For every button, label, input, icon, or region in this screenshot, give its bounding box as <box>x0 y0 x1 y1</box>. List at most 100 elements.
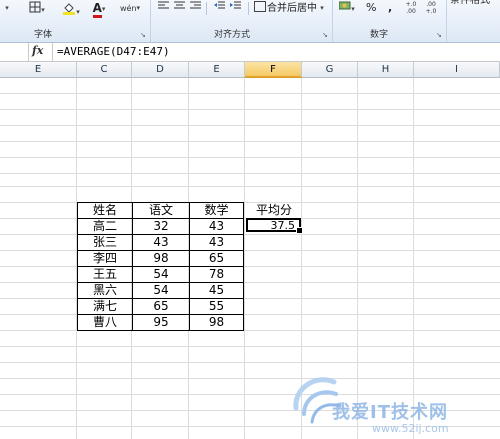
table-row: 曹八 95 98 <box>77 314 244 331</box>
alignment-group: 合并后居中 ▾ 对齐方式 ↘ <box>150 0 333 42</box>
increase-indent-icon[interactable] <box>228 1 242 15</box>
average-header-cell[interactable]: 平均分 <box>246 202 302 218</box>
number-dialog-launcher-icon[interactable]: ↘ <box>436 32 443 39</box>
column-header-E-partial[interactable]: E <box>0 62 77 78</box>
chinese-score-cell[interactable]: 43 <box>132 234 190 251</box>
column-header-C[interactable]: C <box>77 62 132 78</box>
table-row: 满七 65 55 <box>77 298 244 315</box>
align-left-icon[interactable] <box>156 1 170 15</box>
header-math-cell[interactable]: 数学 <box>189 202 244 219</box>
separator <box>206 2 207 15</box>
table-row: 黑六 54 45 <box>77 282 244 299</box>
name-cell[interactable]: 张三 <box>77 234 133 251</box>
decrease-decimal-label: .00 +.0 <box>425 1 437 15</box>
column-header-E[interactable]: E <box>189 62 245 78</box>
gridline <box>0 346 500 347</box>
merge-center-icon <box>254 1 266 12</box>
chinese-score-cell[interactable]: 32 <box>132 218 190 235</box>
insert-function-icon[interactable]: fx <box>32 44 43 57</box>
gridline <box>0 186 500 187</box>
fill-color-icon[interactable]: ▾ <box>60 1 82 16</box>
gridline <box>0 173 500 174</box>
number-group-label: 数字 <box>370 30 389 40</box>
styles-group: 条件格式 <box>446 0 500 42</box>
gridline <box>0 125 500 126</box>
header-name-cell[interactable]: 姓名 <box>77 202 133 219</box>
math-score-cell[interactable]: 45 <box>189 282 244 299</box>
score-table: 姓名 语文 数学 高二 32 43 张三 43 43 李四 98 65 王五 5… <box>77 202 244 331</box>
column-header-F[interactable]: F <box>245 62 302 78</box>
decrease-decimal-button[interactable]: .00 +.0 <box>422 1 440 15</box>
conditional-format-button[interactable]: 条件格式 <box>450 0 490 8</box>
chinese-score-cell[interactable]: 65 <box>132 298 190 315</box>
merge-center-button[interactable]: 合并后居中 ▾ <box>254 1 324 16</box>
chinese-score-cell[interactable]: 54 <box>132 266 190 283</box>
font-color-icon[interactable]: A▾ <box>88 1 110 18</box>
name-cell[interactable]: 李四 <box>77 250 133 267</box>
gridline <box>0 157 500 158</box>
underline-caret[interactable]: ▾ <box>0 1 14 15</box>
table-row: 张三 43 43 <box>77 234 244 251</box>
table-row: 高二 32 43 <box>77 218 244 235</box>
gridline <box>0 141 500 142</box>
fill-handle[interactable] <box>296 227 303 234</box>
border-grid-icon[interactable]: ▾ <box>26 1 48 15</box>
header-chinese-cell[interactable]: 语文 <box>132 202 190 219</box>
phonetic-glyph: wén <box>119 4 137 13</box>
column-header-I[interactable]: I <box>414 62 500 78</box>
merge-center-label: 合并后居中 <box>267 3 317 14</box>
column-header-G[interactable]: G <box>302 62 358 78</box>
gridline <box>0 266 500 267</box>
gridline <box>0 234 500 235</box>
number-group: ▾ % , +.0 .00 .00 +.0 数字 ↘ <box>332 0 447 42</box>
font-group-label: 字体 <box>34 30 53 40</box>
gridline <box>0 109 500 110</box>
alignment-dialog-launcher-icon[interactable]: ↘ <box>322 32 329 39</box>
ribbon: ▾ ▾ ▾ A▾ wén▾ 字体 ↘ 合并后居中 ▾ 对齐方式 ↘ ▾ % , … <box>0 0 500 43</box>
separator <box>248 2 249 15</box>
math-score-cell[interactable]: 78 <box>189 266 244 283</box>
phonetic-icon[interactable]: wén▾ <box>118 1 142 15</box>
watermark: 我爱IT技术网 www.52ij.com <box>280 360 500 439</box>
comma-style-button[interactable]: , <box>388 1 392 15</box>
gridline <box>0 298 500 299</box>
formula-input[interactable]: =AVERAGE(D47:E47) <box>52 43 500 61</box>
percent-style-button[interactable]: % <box>366 1 376 15</box>
column-header-H[interactable]: H <box>358 62 414 78</box>
name-box[interactable] <box>0 43 29 61</box>
active-cell-average[interactable]: 37.5 <box>246 218 303 234</box>
column-header-D[interactable]: D <box>132 62 189 78</box>
math-score-cell[interactable]: 43 <box>189 234 244 251</box>
watermark-url: www.52ij.com <box>372 422 449 435</box>
table-row: 王五 54 78 <box>77 266 244 283</box>
gridline <box>0 330 500 331</box>
decrease-indent-icon[interactable] <box>212 1 226 15</box>
name-cell[interactable]: 高二 <box>77 218 133 235</box>
table-header-row: 姓名 语文 数学 <box>77 202 244 219</box>
font-dialog-launcher-icon[interactable]: ↘ <box>140 32 147 39</box>
alignment-group-label: 对齐方式 <box>214 30 251 40</box>
gridline <box>0 314 500 315</box>
chinese-score-cell[interactable]: 54 <box>132 282 190 299</box>
name-cell[interactable]: 王五 <box>77 266 133 283</box>
math-score-cell[interactable]: 55 <box>189 298 244 315</box>
name-cell[interactable]: 满七 <box>77 298 133 315</box>
accounting-format-icon[interactable]: ▾ <box>336 1 358 15</box>
align-center-icon[interactable] <box>172 1 186 15</box>
align-right-icon[interactable] <box>188 1 202 15</box>
watermark-title: 我爱IT技术网 <box>332 402 448 423</box>
chinese-score-cell[interactable]: 95 <box>132 314 190 331</box>
font-group: ▾ ▾ ▾ A▾ wén▾ 字体 ↘ <box>0 0 151 42</box>
increase-decimal-label: +.0 .00 <box>405 1 417 15</box>
math-score-cell[interactable]: 43 <box>189 218 244 235</box>
gridline <box>244 78 245 439</box>
formula-bar: fx =AVERAGE(D47:E47) <box>0 43 500 62</box>
average-value: 37.5 <box>270 219 296 232</box>
name-cell[interactable]: 曹八 <box>77 314 133 331</box>
chinese-score-cell[interactable]: 98 <box>132 250 190 267</box>
name-cell[interactable]: 黑六 <box>77 282 133 299</box>
gridline <box>0 250 500 251</box>
math-score-cell[interactable]: 98 <box>189 314 244 331</box>
math-score-cell[interactable]: 65 <box>189 250 244 267</box>
increase-decimal-button[interactable]: +.0 .00 <box>402 1 420 15</box>
